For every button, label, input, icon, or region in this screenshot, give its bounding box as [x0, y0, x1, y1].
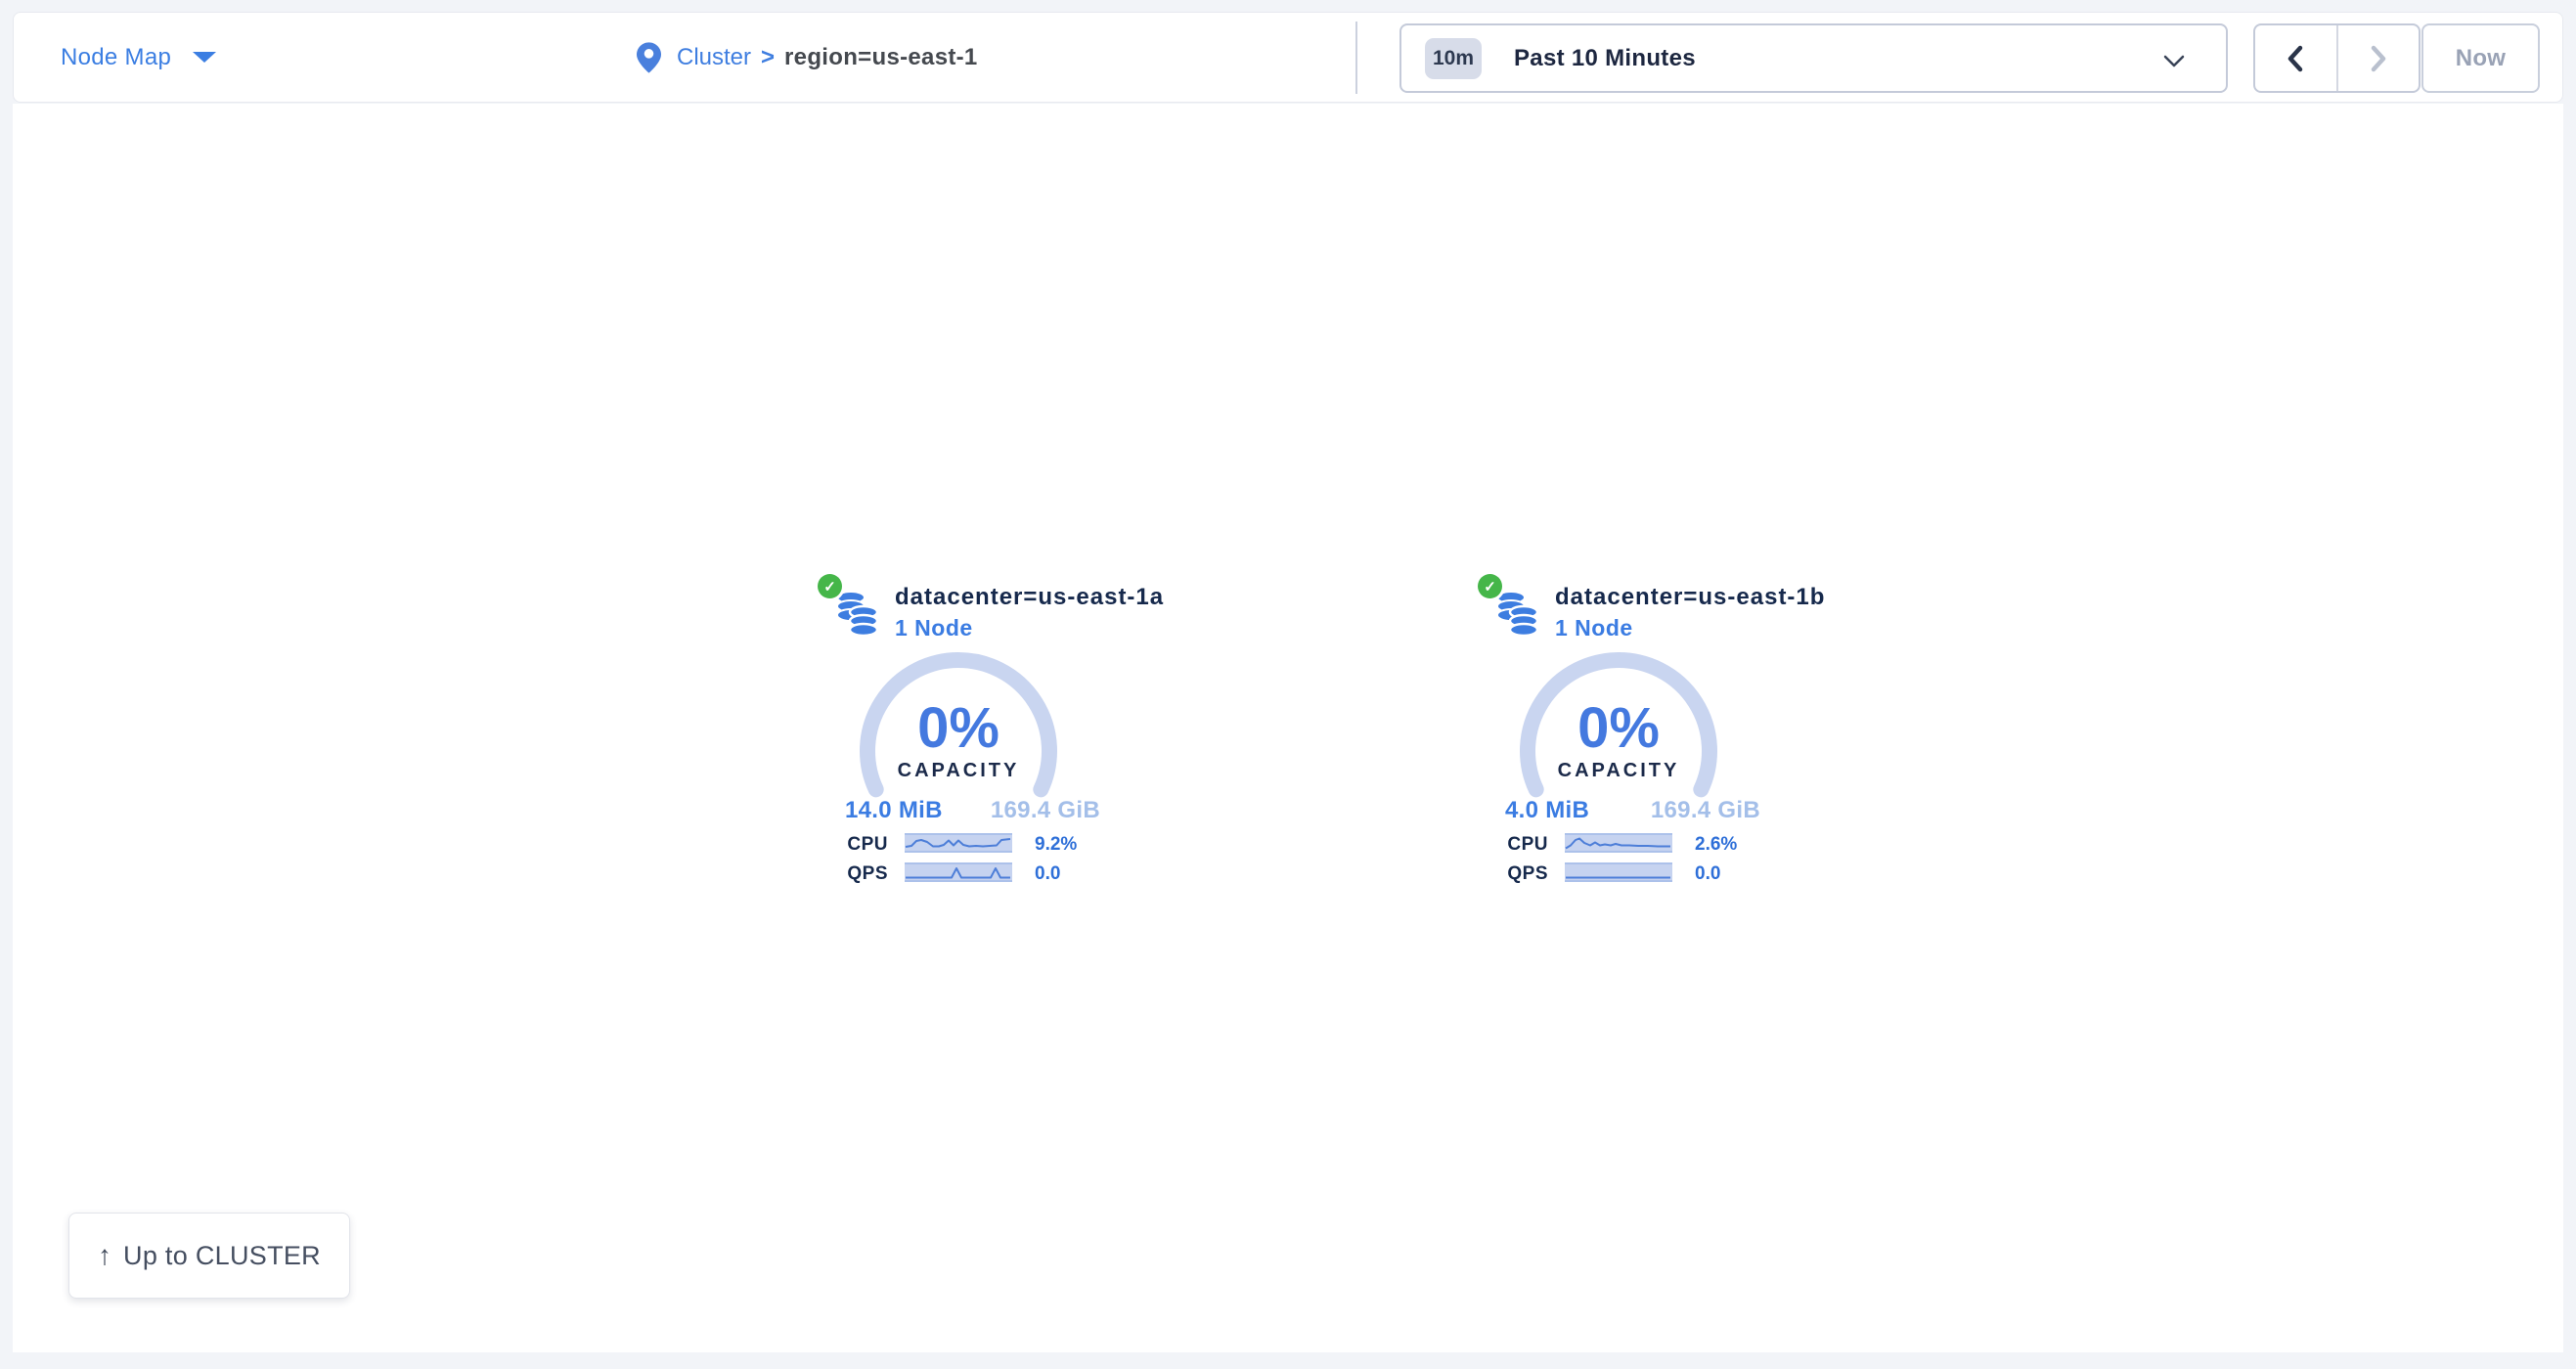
cpu-label: CPU	[812, 834, 888, 856]
cpu-sparkline	[1565, 833, 1672, 853]
capacity-percent: 0%	[858, 695, 1059, 761]
healthy-check-icon: ✓	[1478, 574, 1502, 598]
qps-metric-row: QPS 0.0	[812, 862, 1144, 884]
healthy-check-icon: ✓	[818, 574, 842, 598]
time-range-dropdown[interactable]: 10m Past 10 Minutes	[1399, 23, 2228, 93]
breadcrumb-current-region: region=us-east-1	[784, 44, 978, 71]
header: Node Map Cluster > region=us-east-1 10m …	[13, 12, 2563, 103]
capacity-percent: 0%	[1518, 695, 1719, 761]
time-next-button[interactable]	[2336, 25, 2420, 91]
node-map-page: Node Map Cluster > region=us-east-1 10m …	[0, 0, 2576, 1369]
cpu-metric-row: CPU 2.6%	[1472, 833, 1804, 855]
capacity-label: CAPACITY	[1518, 760, 1719, 782]
cpu-metric-row: CPU 9.2%	[812, 833, 1144, 855]
datacenter-card[interactable]: ✓ datacenter=us-east-1b 1 Node 0% CAPACI…	[1472, 572, 1804, 905]
now-button[interactable]: Now	[2421, 23, 2540, 93]
chevron-down-icon	[2163, 55, 2185, 67]
header-divider	[1355, 22, 1357, 94]
chevron-left-icon	[2286, 44, 2305, 73]
view-selector-label: Node Map	[61, 44, 171, 71]
up-arrow-icon: ↑	[98, 1240, 111, 1271]
chevron-right-icon	[2369, 44, 2388, 73]
datacenter-name[interactable]: datacenter=us-east-1a	[895, 584, 1164, 611]
database-stack-icon	[835, 590, 880, 640]
view-selector-dropdown[interactable]: Node Map	[61, 13, 216, 102]
node-count-link[interactable]: 1 Node	[1555, 615, 1633, 641]
node-count-link[interactable]: 1 Node	[895, 615, 973, 641]
datacenter-card[interactable]: ✓ datacenter=us-east-1a 1 Node 0% CAPACI…	[812, 572, 1144, 905]
capacity-label: CAPACITY	[858, 760, 1059, 782]
capacity-total: 169.4 GiB	[858, 797, 1100, 824]
qps-sparkline	[1565, 862, 1672, 882]
up-to-cluster-button[interactable]: ↑ Up to CLUSTER	[68, 1213, 350, 1299]
time-nav-group	[2253, 23, 2421, 93]
time-range-label: Past 10 Minutes	[1514, 45, 1696, 72]
qps-label: QPS	[1472, 863, 1548, 885]
cpu-sparkline	[905, 833, 1012, 853]
database-stack-icon	[1495, 590, 1540, 640]
qps-value: 0.0	[1695, 863, 1720, 885]
map-canvas: ✓ datacenter=us-east-1a 1 Node 0% CAPACI…	[13, 104, 2563, 1352]
breadcrumb-cluster-link[interactable]: Cluster	[677, 44, 751, 71]
time-range-badge: 10m	[1425, 38, 1482, 79]
datacenter-name[interactable]: datacenter=us-east-1b	[1555, 584, 1825, 611]
qps-metric-row: QPS 0.0	[1472, 862, 1804, 884]
qps-label: QPS	[812, 863, 888, 885]
cpu-label: CPU	[1472, 834, 1548, 856]
time-prev-button[interactable]	[2255, 25, 2336, 91]
up-to-cluster-label: Up to CLUSTER	[123, 1241, 321, 1271]
capacity-total: 169.4 GiB	[1518, 797, 1760, 824]
cpu-value: 2.6%	[1695, 834, 1737, 856]
breadcrumb-separator: >	[761, 44, 775, 71]
cpu-value: 9.2%	[1035, 834, 1077, 856]
chevron-down-icon	[193, 52, 216, 63]
map-pin-icon	[637, 42, 661, 73]
breadcrumb: Cluster > region=us-east-1	[637, 13, 978, 102]
qps-sparkline	[905, 862, 1012, 882]
qps-value: 0.0	[1035, 863, 1060, 885]
